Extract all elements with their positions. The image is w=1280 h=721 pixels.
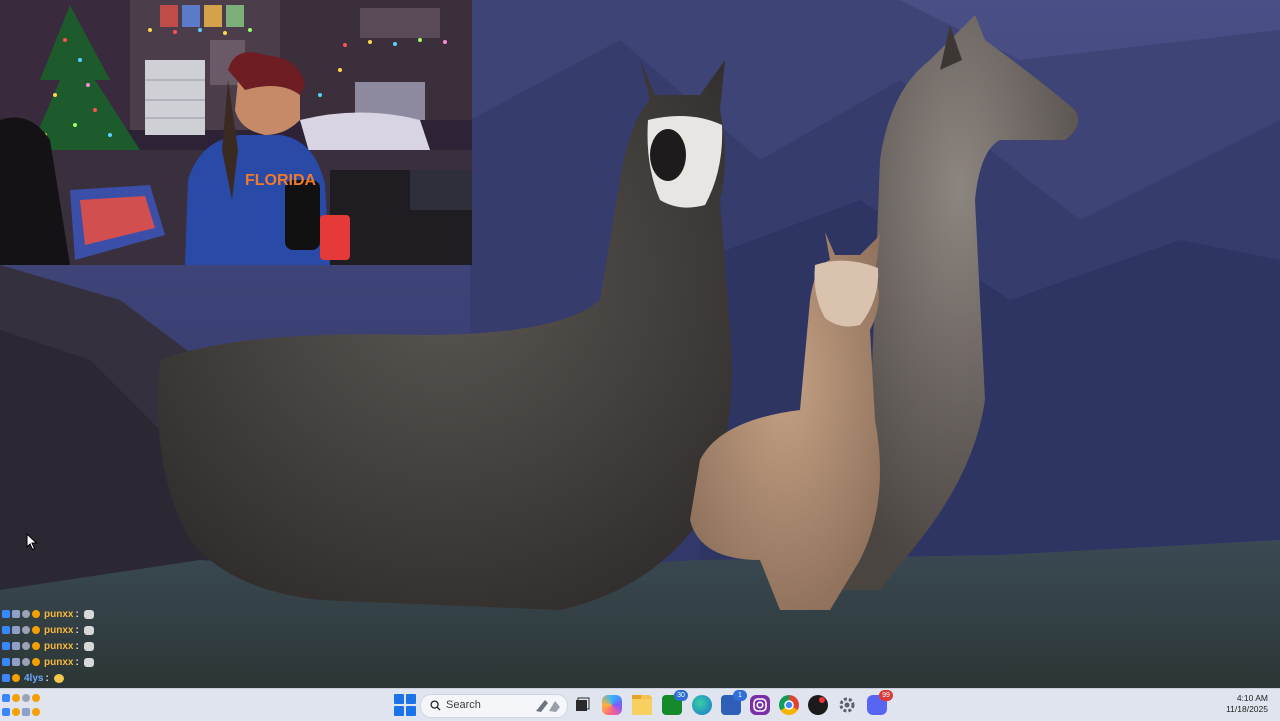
bits-badge-icon: [32, 610, 40, 618]
sub-badge-icon: [12, 610, 20, 618]
sub-badge-icon: [12, 626, 20, 634]
file-explorer-icon[interactable]: [632, 695, 652, 715]
task-view-icon[interactable]: [572, 695, 592, 715]
bits-badge-icon: [32, 642, 40, 650]
chat-separator: :: [75, 608, 79, 620]
start-button[interactable]: [394, 694, 416, 716]
edge-icon[interactable]: [692, 695, 712, 715]
settings-icon[interactable]: [837, 695, 857, 715]
badge-icon: [12, 694, 20, 702]
search-highlight-icon: [536, 700, 560, 712]
webcam-overlay: FLORIDA: [0, 0, 472, 265]
notification-badge: 1: [733, 690, 747, 701]
system-clock[interactable]: 4:10 AM 11/18/2025: [1226, 693, 1268, 715]
prime-badge-icon: [2, 610, 10, 618]
notification-badge: 30: [674, 690, 688, 701]
bits-badge-icon: [12, 674, 20, 682]
prime-badge-icon: [2, 642, 10, 650]
chat-separator: :: [45, 672, 49, 684]
gift-badge-icon: [22, 658, 30, 666]
gift-badge-icon: [22, 626, 30, 634]
bits-badge-icon: [32, 626, 40, 634]
chat-message: punxx :: [2, 654, 122, 670]
clock-time: 4:10 AM: [1236, 693, 1268, 703]
search-icon: [430, 700, 441, 711]
badge-icon: [32, 694, 40, 702]
store-icon[interactable]: 1: [721, 690, 747, 715]
sub-badge-icon: [12, 658, 20, 666]
windows-logo-icon: [394, 694, 404, 704]
copilot-icon[interactable]: [602, 695, 622, 715]
chat-username: punxx: [44, 656, 74, 668]
chat-message: punxx :: [2, 606, 122, 622]
mouse-cursor-icon: [26, 533, 38, 551]
badge-icon: [22, 708, 30, 716]
chat-username: punxx: [44, 608, 74, 620]
prime-badge-icon: [2, 674, 10, 682]
notification-badge: 99: [879, 690, 893, 701]
chat-overlay: punxx : punxx : punxx : punxx : 4lys :: [2, 606, 122, 686]
chat-message: punxx :: [2, 638, 122, 654]
emote-icon: [83, 625, 94, 635]
search-label: Search: [446, 699, 481, 711]
webcam-scene: FLORIDA: [0, 0, 472, 265]
emote-icon: [83, 609, 94, 619]
chat-separator: :: [75, 624, 79, 636]
obs-icon[interactable]: [808, 695, 828, 715]
shirt-text: FLORIDA: [245, 172, 317, 189]
gift-badge-icon: [22, 610, 30, 618]
chat-username: 4lys: [24, 672, 44, 684]
emote-icon: [83, 657, 94, 667]
badge-icon: [2, 694, 10, 702]
chat-message: punxx :: [2, 622, 122, 638]
prime-badge-icon: [2, 626, 10, 634]
windows-taskbar: Search 30 1 99 4:10 AM 11/18/2025: [0, 688, 1280, 721]
chrome-icon[interactable]: [779, 695, 799, 715]
badge-icon: [32, 708, 40, 716]
gift-badge-icon: [22, 642, 30, 650]
taskbar-chat-ghost: [2, 691, 66, 719]
instagram-icon[interactable]: [750, 695, 770, 715]
chat-separator: :: [75, 656, 79, 668]
badge-icon: [22, 694, 30, 702]
chat-separator: :: [75, 640, 79, 652]
prime-badge-icon: [2, 658, 10, 666]
emote-icon: [83, 641, 94, 651]
emote-icon: [53, 673, 64, 683]
chat-username: punxx: [44, 640, 74, 652]
chat-username: punxx: [44, 624, 74, 636]
badge-icon: [12, 708, 20, 716]
bits-badge-icon: [32, 658, 40, 666]
discord-icon[interactable]: 99: [867, 690, 893, 715]
chat-message: 4lys :: [2, 670, 122, 686]
badge-icon: [2, 708, 10, 716]
taskbar-search-box[interactable]: Search: [420, 694, 568, 718]
xbox-icon[interactable]: 30: [662, 690, 688, 715]
clock-date: 11/18/2025: [1226, 704, 1268, 714]
sub-badge-icon: [12, 642, 20, 650]
